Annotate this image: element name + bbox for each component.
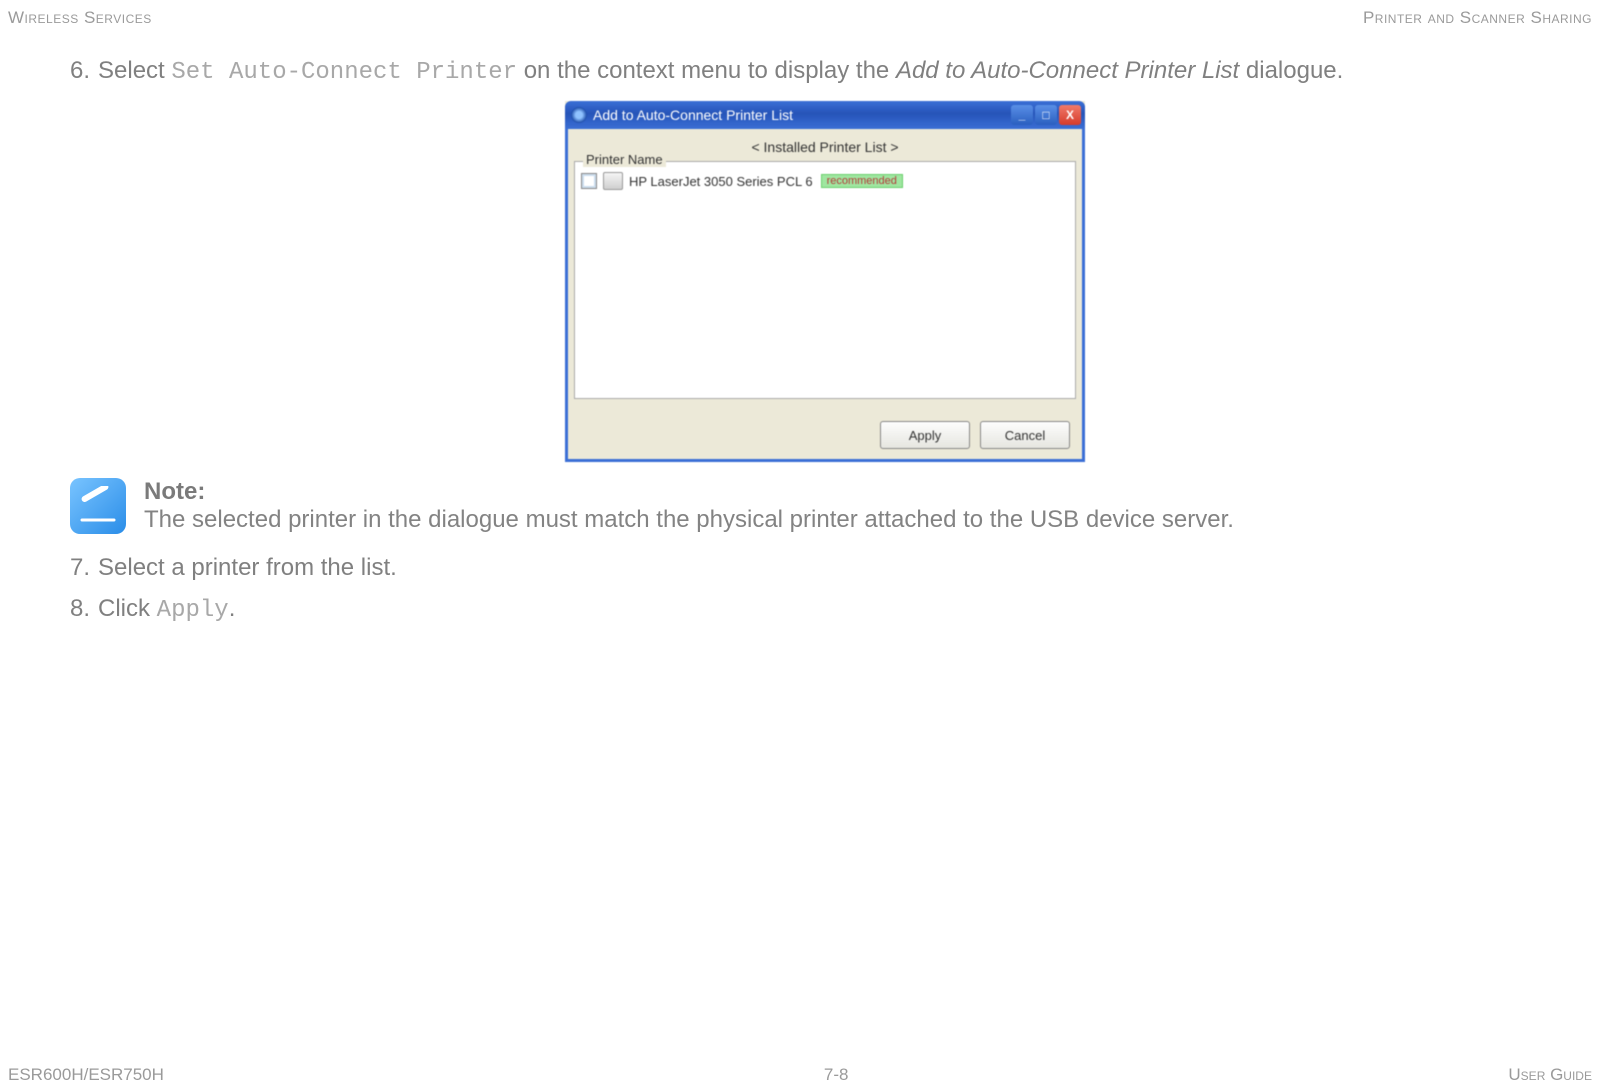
minimize-button[interactable]: _ [1011,105,1033,125]
header-right: Printer and Scanner Sharing [1363,8,1592,28]
note-title: Note: [144,478,1234,506]
printer-icon [603,172,623,190]
note-icon [70,478,126,534]
note-body: The selected printer in the dialogue mus… [144,506,1234,534]
column-header-printer-name: Printer Name [583,152,666,167]
dialog-titlebar[interactable]: Add to Auto-Connect Printer List _ □ X [565,101,1085,129]
apply-button[interactable]: Apply [880,421,970,449]
step-8-code: Apply [157,597,229,624]
note-block: Note: The selected printer in the dialog… [70,478,1580,534]
step-6-code: Set Auto-Connect Printer [171,59,517,86]
printer-list-item[interactable]: HP LaserJet 3050 Series PCL 6 recommende… [575,168,1075,194]
step-7: 7. Select a printer from the list. [70,552,1580,584]
step-7-number: 7. [70,552,98,584]
step-6-number: 6. [70,55,98,89]
app-icon [571,107,587,123]
note-text: Note: The selected printer in the dialog… [144,478,1234,534]
printer-name: HP LaserJet 3050 Series PCL 6 [629,174,813,189]
step-6-mid: on the context menu to display the [517,57,896,84]
page-content: 6. Select Set Auto-Connect Printer on th… [70,55,1580,635]
close-button[interactable]: X [1059,105,1081,125]
header-left: Wireless Services [8,8,152,28]
dialog-figure: Add to Auto-Connect Printer List _ □ X <… [70,99,1580,464]
dialog-title: Add to Auto-Connect Printer List [593,107,1005,123]
step-6: 6. Select Set Auto-Connect Printer on th… [70,55,1580,89]
printer-list-groupbox: Printer Name HP LaserJet 3050 Series PCL… [574,161,1076,399]
step-8-post: . [229,595,236,622]
step-7-text: Select a printer from the list. [98,552,397,584]
dialog-client-area: < Installed Printer List > Printer Name … [565,129,1085,462]
step-8-pre: Click [98,595,157,622]
footer-center: 7-8 [824,1065,849,1085]
step-8-number: 8. [70,593,98,627]
footer-right: User Guide [1508,1065,1592,1085]
maximize-button[interactable]: □ [1035,105,1057,125]
cancel-button[interactable]: Cancel [980,421,1070,449]
page-footer: ESR600H/ESR750H 7-8 User Guide [8,1065,1592,1085]
window-buttons: _ □ X [1011,105,1081,125]
printer-checkbox[interactable] [581,173,597,189]
step-8: 8. Click Apply. [70,593,1580,627]
footer-left: ESR600H/ESR750H [8,1065,164,1085]
page-header: Wireless Services Printer and Scanner Sh… [8,8,1592,28]
dialog-button-row: Apply Cancel [574,421,1076,449]
step-6-italic: Add to Auto-Connect Printer List [896,57,1239,84]
step-6-pre: Select [98,57,171,84]
step-6-post: dialogue. [1239,57,1343,84]
step-8-text: Click Apply. [98,593,235,627]
step-6-text: Select Set Auto-Connect Printer on the c… [98,55,1343,89]
add-printer-dialog: Add to Auto-Connect Printer List _ □ X <… [563,99,1087,464]
recommended-badge: recommended [821,174,903,188]
